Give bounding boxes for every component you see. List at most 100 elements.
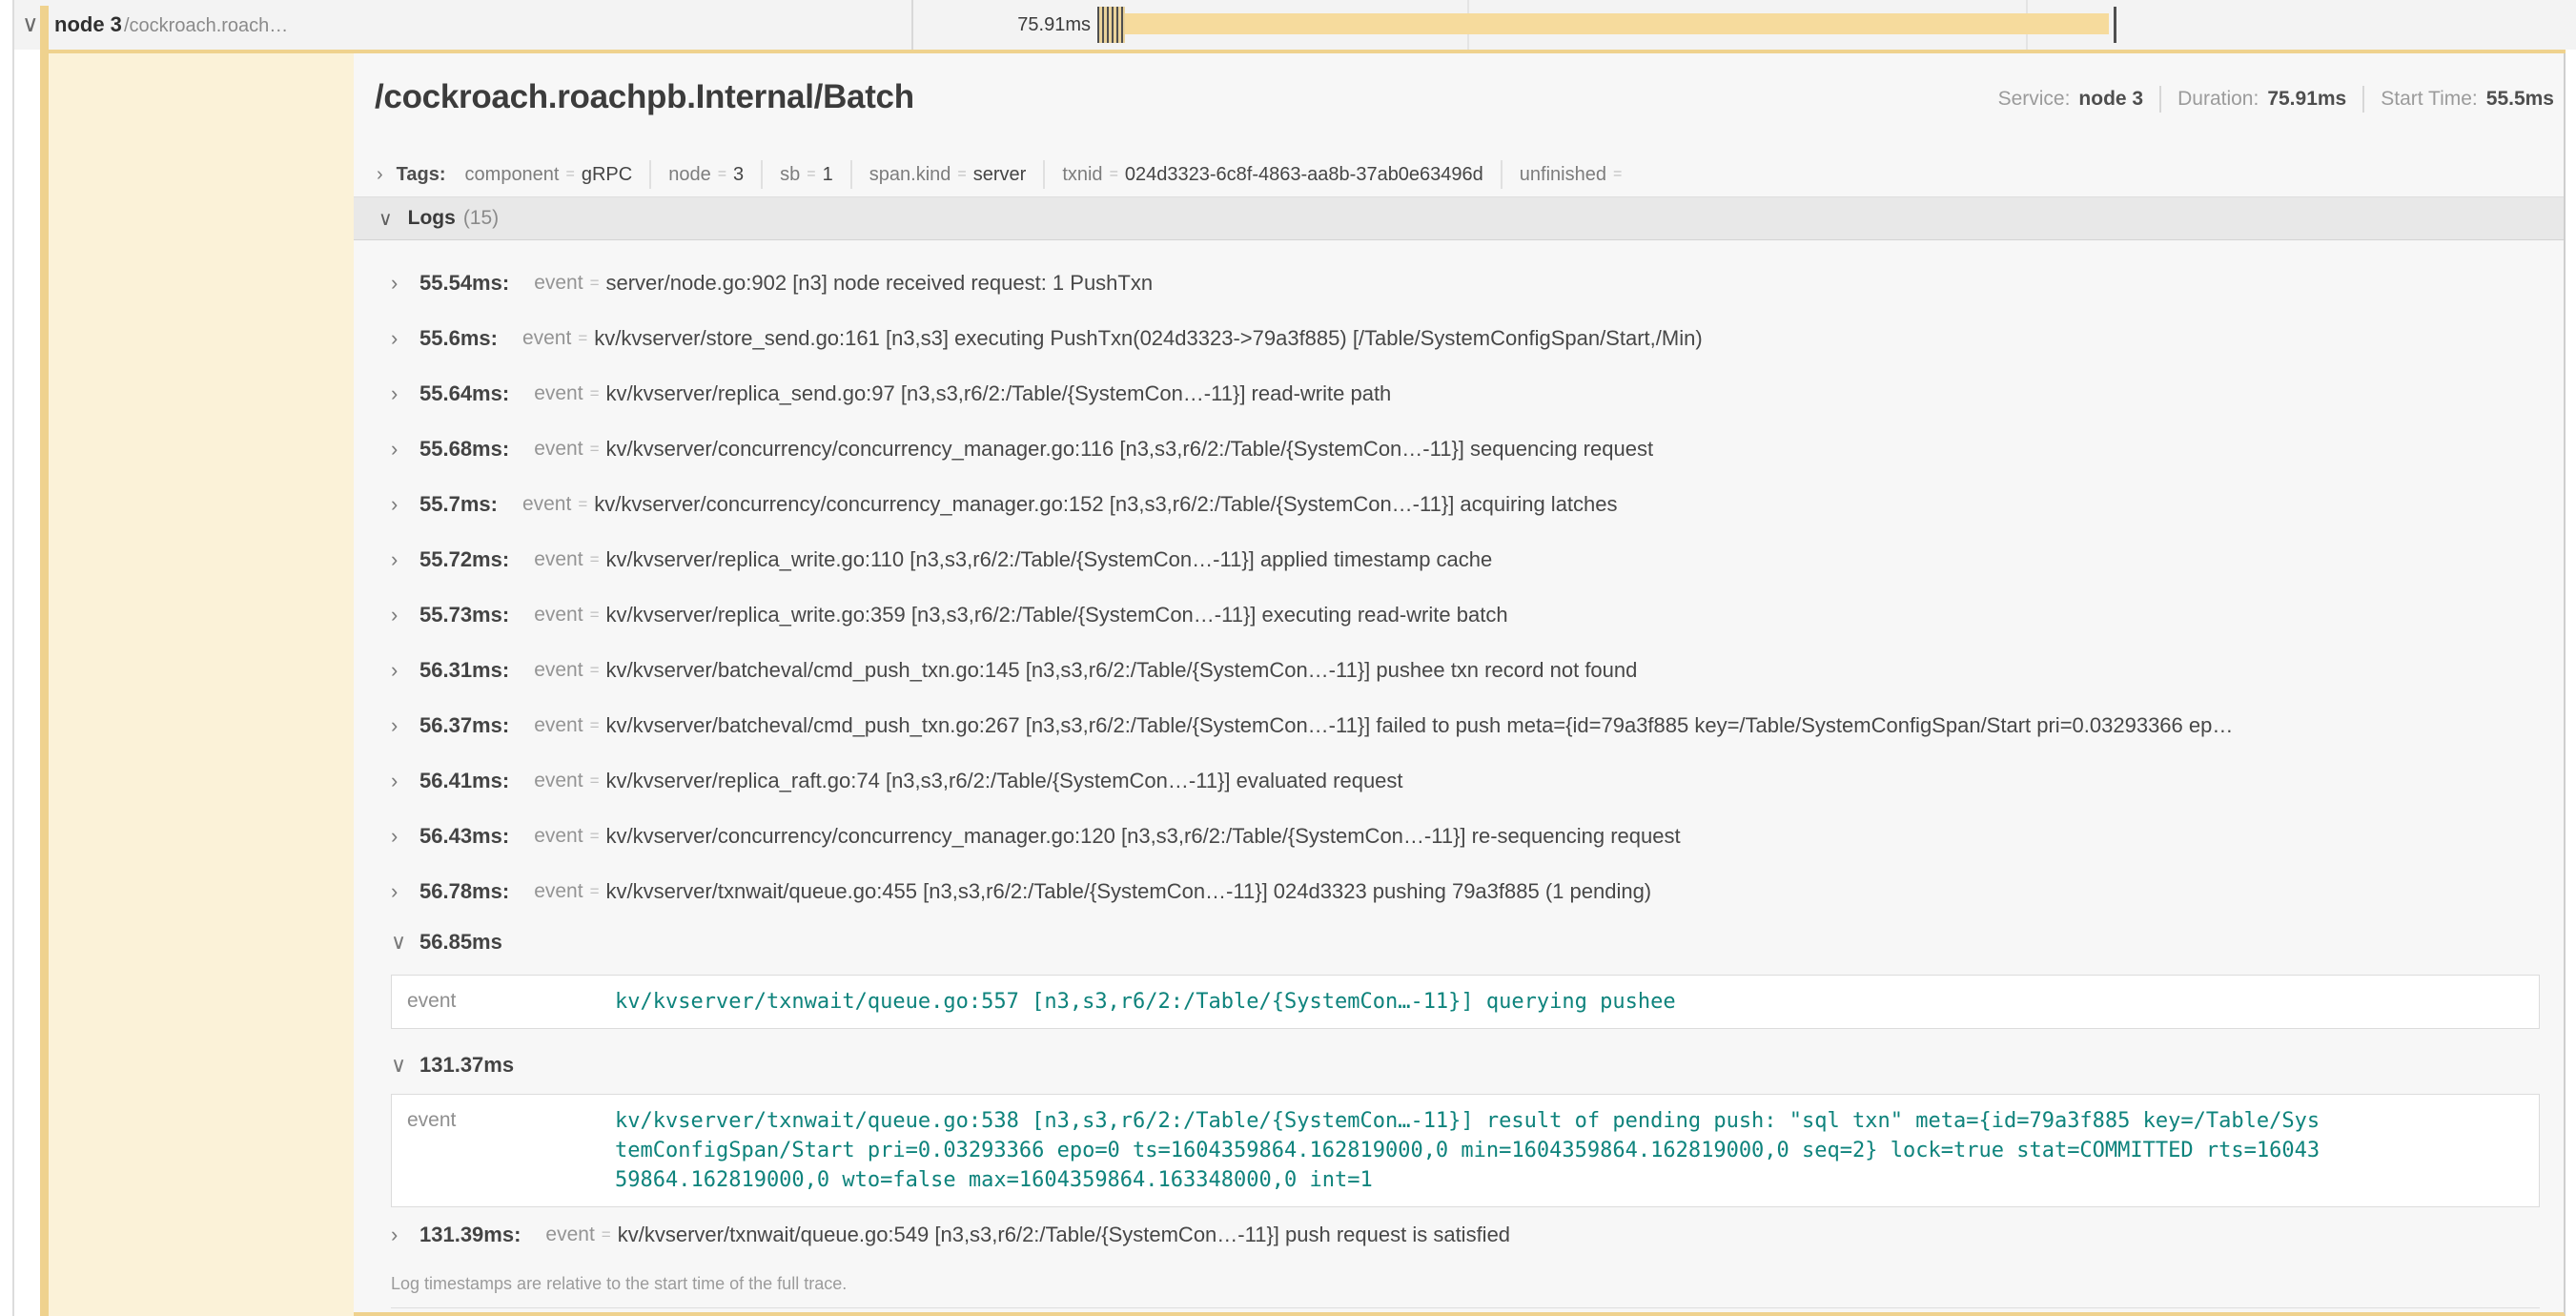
log-row[interactable]: › 55.72ms: event = kv/kvserver/replica_w… [354,532,2564,587]
tag-equals: = [1613,166,1622,183]
log-timestamp: 131.37ms [419,1053,514,1078]
log-row[interactable]: › 55.68ms: event = kv/kvserver/concurren… [354,422,2564,477]
log-field-value: kv/kvserver/concurrency/concurrency_mana… [594,492,1617,517]
log-field-key: event [534,770,583,792]
log-field-key: event [534,548,583,571]
tag-equals: = [1110,166,1118,183]
log-equals: = [578,329,587,348]
span-end-tick [2114,7,2116,43]
log-field-key: event [534,880,583,903]
log-field-key: event [534,438,583,461]
log-row-chevron-icon[interactable]: ∨ [391,1053,404,1078]
log-expanded-header[interactable]: ∨ 131.37ms [354,1044,2564,1086]
log-row-chevron-icon[interactable]: › [391,879,404,904]
span-meta-item: Duration: 75.91ms [2177,88,2346,111]
log-row[interactable]: › 55.7ms: event = kv/kvserver/concurrenc… [354,477,2564,532]
log-fields-table: event kv/kvserver/txnwait/queue.go:538 [… [391,1094,2540,1207]
span-name-column-fill [49,53,354,1316]
log-timestamp: 55.6ms: [419,326,498,351]
tag-key: sb [780,164,800,186]
log-row[interactable]: › 55.6ms: event = kv/kvserver/store_send… [354,311,2564,366]
log-row-chevron-icon[interactable]: › [391,658,404,683]
name-timeline-divider[interactable] [911,0,913,50]
log-timestamp: 56.31ms: [419,658,509,683]
log-row-chevron-icon[interactable]: › [391,1223,404,1247]
left-gutter-rule [12,0,14,1316]
meta-separator [2362,86,2364,113]
collapse-span-chevron-icon[interactable]: ∨ [22,12,39,37]
log-row[interactable]: › 131.39ms: event = kv/kvserver/txnwait/… [354,1207,2564,1263]
log-row[interactable]: › 56.43ms: event = kv/kvserver/concurren… [354,809,2564,864]
log-row-chevron-icon[interactable]: › [391,381,404,406]
log-row[interactable]: › 56.37ms: event = kv/kvserver/batcheval… [354,698,2564,753]
log-timestamp: 56.85ms [419,930,502,955]
operation-title: /cockroach.roachpb.Internal/Batch [375,78,914,116]
log-equals: = [590,440,600,459]
log-field-key: event [534,714,583,737]
log-timestamp: 55.7ms: [419,492,498,517]
logs-footnote: Log timestamps are relative to the start… [391,1268,2540,1308]
operation-name-truncated: /cockroach.roach… [124,15,288,37]
log-row-chevron-icon[interactable]: › [391,713,404,738]
span-duration-bar[interactable] [1125,13,2109,34]
span-detail-panel: /cockroach.roachpb.Internal/Batch Servic… [354,53,2566,1316]
log-row-chevron-icon[interactable]: ∨ [391,930,404,955]
log-row[interactable]: › 55.64ms: event = kv/kvserver/replica_s… [354,366,2564,422]
logs-chevron-icon[interactable]: ∨ [378,207,393,231]
log-equals: = [590,606,600,625]
log-field-key: event [534,659,583,682]
log-row-chevron-icon[interactable]: › [391,492,404,517]
log-field-value: kv/kvserver/concurrency/concurrency_mana… [606,824,1681,849]
service-name: node 3 [54,12,122,37]
log-field-value: server/node.go:902 [n3] node received re… [606,271,1154,296]
log-row-chevron-icon[interactable]: › [391,547,404,572]
tag-value: 1 [823,164,833,186]
log-row-chevron-icon[interactable]: › [391,326,404,351]
log-row-chevron-icon[interactable]: › [391,769,404,793]
log-field-value: kv/kvserver/store_send.go:161 [n3,s3] ex… [594,326,1702,351]
log-row-chevron-icon[interactable]: › [391,437,404,462]
log-field-value: kv/kvserver/replica_send.go:97 [n3,s3,r6… [606,381,1392,406]
log-field-value: kv/kvserver/batcheval/cmd_push_txn.go:14… [606,658,1638,683]
tag-key: span.kind [869,164,951,186]
span-start-ticks [1097,7,1125,43]
log-field-key: event [407,987,615,1017]
span-bar-row[interactable]: ∨ node 3 /cockroach.roach… 75.91ms [14,0,2576,50]
log-timestamp: 131.39ms: [419,1223,521,1247]
log-timestamp: 56.41ms: [419,769,509,793]
log-equals: = [578,495,587,514]
tag-item: txnid = 024d3323-6c8f-4863-aa8b-37ab0e63… [1062,164,1482,186]
log-timestamp: 56.37ms: [419,713,509,738]
tags-accordion[interactable]: › Tags: component = gRPC node = 3 sb = 1… [354,153,2564,196]
log-row-chevron-icon[interactable]: › [391,271,404,296]
log-field-key: event [534,272,583,295]
log-row[interactable]: › 56.41ms: event = kv/kvserver/replica_r… [354,753,2564,809]
log-timestamp: 56.43ms: [419,824,509,849]
span-meta-item: Service: node 3 [1998,88,2144,111]
log-field-key: event [534,604,583,627]
tag-item: component = gRPC [465,164,633,186]
log-expanded-header[interactable]: ∨ 56.85ms [354,921,2564,963]
log-timestamp: 55.68ms: [419,437,509,462]
detail-header: /cockroach.roachpb.Internal/Batch Servic… [354,53,2564,153]
log-field-key: event [522,493,571,516]
log-row[interactable]: › 55.73ms: event = kv/kvserver/replica_w… [354,587,2564,643]
log-row[interactable]: › 56.31ms: event = kv/kvserver/batcheval… [354,643,2564,698]
log-row-chevron-icon[interactable]: › [391,824,404,849]
tag-value: 024d3323-6c8f-4863-aa8b-37ab0e63496d [1125,164,1483,186]
log-row[interactable]: › 56.78ms: event = kv/kvserver/txnwait/q… [354,864,2564,919]
log-row[interactable]: › 55.54ms: event = server/node.go:902 [n… [354,256,2564,311]
tag-equals: = [718,166,726,183]
meta-value: node 3 [2078,88,2143,111]
tag-value: gRPC [582,164,632,186]
tag-list: component = gRPC node = 3 sb = 1 span.ki… [465,160,1629,189]
meta-value: 75.91ms [2267,88,2346,111]
log-field-value: kv/kvserver/batcheval/cmd_push_txn.go:26… [606,713,2234,738]
tag-key: component [465,164,560,186]
tag-separator [1501,160,1503,189]
tags-chevron-icon[interactable]: › [377,164,383,186]
logs-accordion-header[interactable]: ∨ Logs (15) [354,196,2564,240]
log-equals: = [602,1225,611,1244]
meta-value: 55.5ms [2486,88,2554,111]
log-row-chevron-icon[interactable]: › [391,603,404,627]
